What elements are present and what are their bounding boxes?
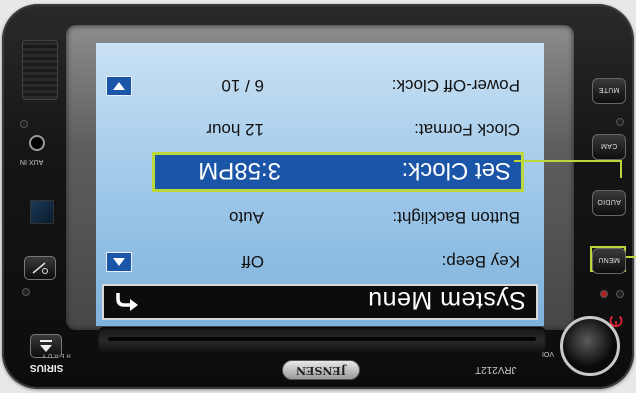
menu-item-label: Power-Off Clock: xyxy=(391,76,520,95)
menu-item-value: 3:58PM xyxy=(198,157,281,184)
menu-item-value: 6 / 10 xyxy=(221,76,264,95)
menu-item-key-beep[interactable]: Key Beep: Off xyxy=(110,240,524,280)
menu-item-label: Button Backlight: xyxy=(392,208,520,227)
scroll-down-button[interactable] xyxy=(106,76,132,96)
menu-item-label: Key Beep: xyxy=(441,252,520,271)
cam-button[interactable]: CAM xyxy=(592,134,626,160)
menu-item-set-clock[interactable]: Set Clock: 3:58PM xyxy=(152,152,524,192)
indicator-led xyxy=(616,118,624,126)
faceplate-release-grip[interactable] xyxy=(22,40,58,100)
menu-item-label: Set Clock: xyxy=(401,157,511,184)
menu-item-value: 12 hour xyxy=(206,120,264,139)
cam-label: CAM xyxy=(600,142,618,149)
display-screen: System Menu Key Beep: Off Button Backlig… xyxy=(96,43,544,326)
menu-item-power-off-clock[interactable]: Power-Off Clock: 6 / 10 xyxy=(110,64,524,104)
callout-line-set-clock-tail xyxy=(620,160,622,178)
indicator-led xyxy=(22,288,30,296)
callout-line-set-clock xyxy=(514,160,620,162)
menu-title: System Menu xyxy=(367,286,526,314)
mute-button[interactable]: MUTE xyxy=(592,78,626,104)
menu-item-value: Auto xyxy=(229,208,264,227)
mute-label: MUTE xyxy=(598,86,620,93)
arrow-down-icon xyxy=(113,82,125,90)
status-led xyxy=(600,290,608,298)
brightness-button[interactable] xyxy=(24,256,56,280)
ir-sensor-window xyxy=(30,200,54,224)
aux-in-label: AUX IN xyxy=(20,158,44,165)
menu-label: MENU xyxy=(598,256,620,263)
menu-item-value: Off xyxy=(241,252,264,271)
arrow-up-icon xyxy=(113,258,125,266)
screen-content: System Menu Key Beep: Off Button Backlig… xyxy=(96,43,544,326)
reset-hole[interactable] xyxy=(20,120,28,128)
model-number: JRV212T xyxy=(475,364,517,375)
indicator-led xyxy=(616,290,624,298)
sirius-logo: SIRIUS xyxy=(30,362,64,373)
back-arrow-icon[interactable] xyxy=(114,291,140,313)
menu-item-button-backlight[interactable]: Button Backlight: Auto xyxy=(110,196,524,236)
disc-slot-opening xyxy=(108,337,536,341)
volume-knob[interactable] xyxy=(560,316,620,376)
brightness-icon xyxy=(32,262,48,274)
callout-line-menu xyxy=(626,256,636,258)
aux-in-jack[interactable] xyxy=(29,135,45,151)
menu-item-clock-format[interactable]: Clock Format: 12 hour xyxy=(110,108,524,148)
scroll-up-button[interactable] xyxy=(106,252,132,272)
sirius-ready-label: READY xyxy=(40,352,71,358)
head-unit: AUX IN READY SIRIUS System Menu Key Beep… xyxy=(0,0,636,393)
brand-logo: JENSEN xyxy=(295,364,347,377)
menu-title-bar: System Menu xyxy=(102,284,538,320)
audio-label: AUDIO xyxy=(597,198,621,205)
menu-item-label: Clock Format: xyxy=(414,120,520,139)
brand-badge: JENSEN xyxy=(282,360,360,380)
menu-button[interactable]: MENU xyxy=(592,248,626,274)
audio-button[interactable]: AUDIO xyxy=(592,190,626,216)
